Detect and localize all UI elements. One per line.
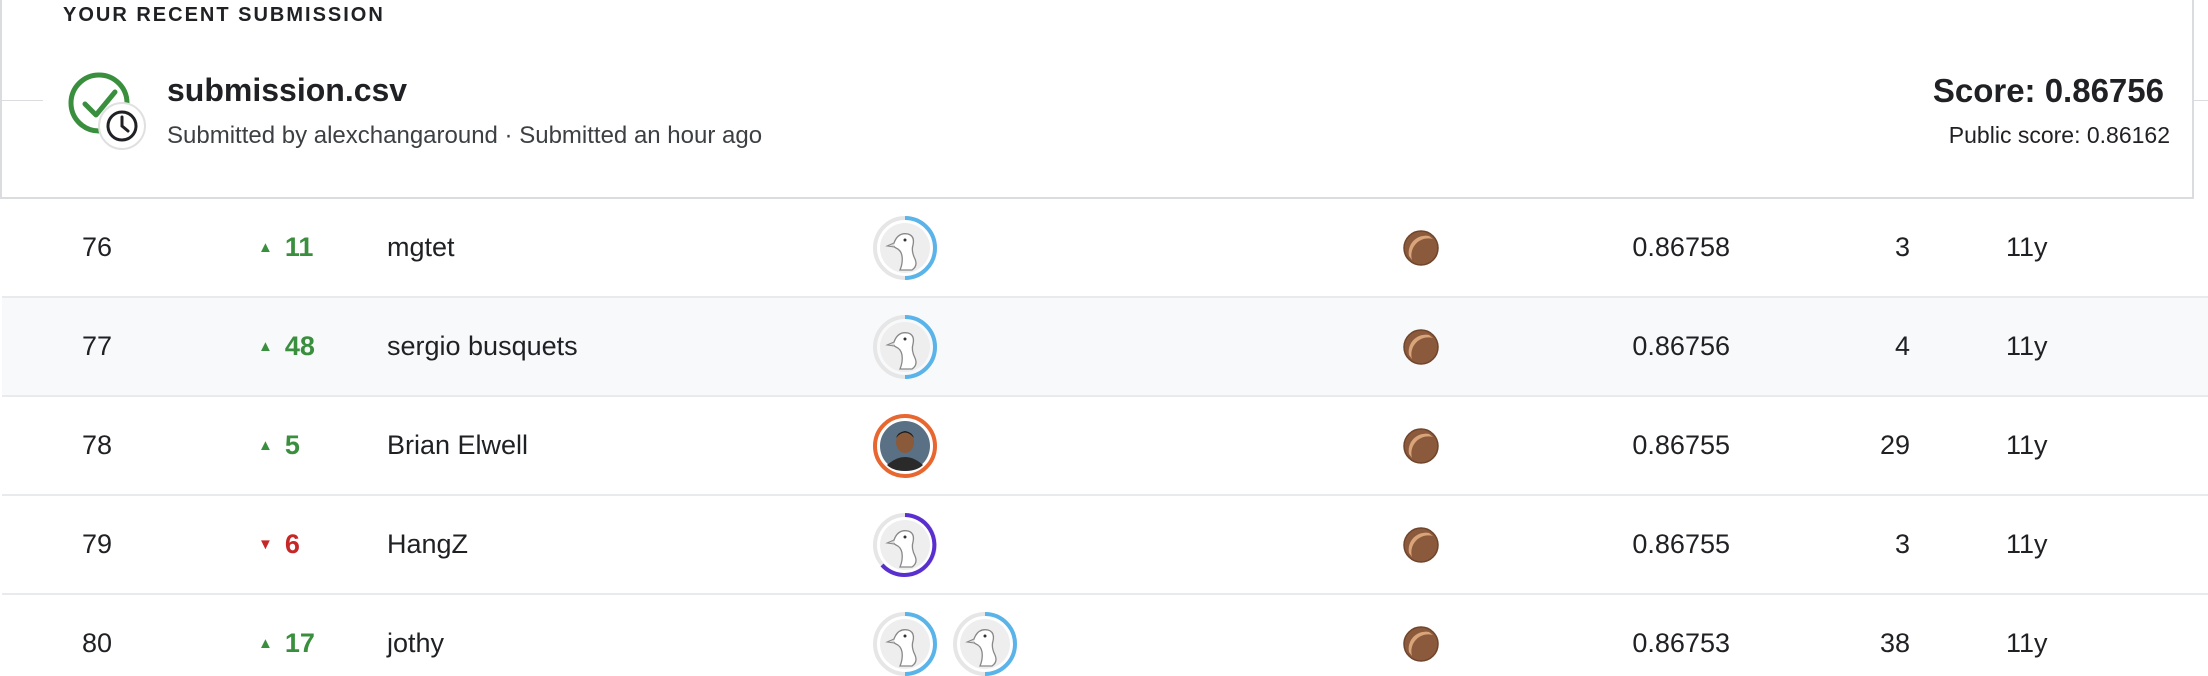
submission-meta: Submitted by alexchangaround · Submitted… — [167, 122, 763, 149]
last-submission: 11y — [2006, 232, 2048, 262]
public-score: Public score: 0.86162 — [1948, 122, 2170, 148]
submission-file-name[interactable]: submission.csv — [167, 72, 407, 109]
arrow-down-icon: ▼ — [258, 536, 273, 553]
rank-change: ▲ 5 — [258, 397, 300, 494]
table-row[interactable]: 78 ▲ 5 Brian Elwell 0.86755 29 11y — [2, 397, 2208, 496]
rank-change: ▲ 48 — [258, 298, 315, 395]
entries: 38 — [1879, 628, 1910, 658]
team-members — [872, 199, 938, 296]
bronze-medal-icon — [1403, 427, 1439, 464]
arrow-up-icon: ▲ — [258, 338, 273, 355]
last-submission: 11y — [2006, 331, 2048, 361]
photo-avatar-icon[interactable] — [872, 413, 938, 479]
leaderboard-table: 76 ▲ 11 mgtet 0.86758 3 11y 77 ▲ 48 serg… — [2, 199, 2208, 676]
leaderboard-page: YOUR RECENT SUBMISSION submission.csv Su… — [0, 0, 2208, 676]
team-members — [872, 397, 938, 494]
table-row[interactable]: 79 ▼ 6 HangZ 0.86755 3 11y — [2, 496, 2208, 595]
rank: 79 — [82, 529, 113, 559]
rank: 78 — [82, 430, 113, 460]
rank: 77 — [82, 331, 113, 361]
rank-change-value: 17 — [284, 628, 315, 658]
default-avatar-icon[interactable] — [872, 215, 938, 281]
last-submission: 11y — [2006, 430, 2048, 460]
divider — [0, 100, 43, 101]
entries: 29 — [1879, 430, 1910, 460]
table-row[interactable]: 77 ▲ 48 sergio busquets 0.86756 4 11y — [2, 298, 2208, 397]
rank: 80 — [82, 628, 113, 658]
bronze-medal-icon — [1403, 229, 1439, 266]
team-members — [872, 595, 1018, 676]
entries: 3 — [1894, 232, 1910, 262]
score: 0.86753 — [1632, 628, 1730, 658]
default-avatar-icon[interactable] — [872, 512, 938, 578]
team-name[interactable]: sergio busquets — [387, 298, 578, 395]
team-name[interactable]: HangZ — [387, 496, 468, 593]
team-name[interactable]: mgtet — [387, 199, 455, 296]
table-row[interactable]: 76 ▲ 11 mgtet 0.86758 3 11y — [2, 199, 2208, 298]
team-members — [872, 298, 938, 395]
rank-change: ▼ 6 — [258, 496, 300, 593]
rank-change-value: 48 — [284, 331, 315, 361]
table-row[interactable]: 80 ▲ 17 jothy 0.86753 38 11y — [2, 595, 2208, 676]
medal — [1403, 298, 1439, 395]
medal — [1403, 496, 1439, 593]
rank: 76 — [82, 232, 113, 262]
default-avatar-icon[interactable] — [872, 611, 938, 676]
entries: 3 — [1894, 529, 1910, 559]
score: 0.86755 — [1632, 529, 1730, 559]
last-submission: 11y — [2006, 628, 2048, 658]
private-score: Score: 0.86756 — [1932, 72, 2164, 109]
arrow-up-icon: ▲ — [258, 635, 273, 652]
team-members — [872, 496, 938, 593]
arrow-up-icon: ▲ — [258, 239, 273, 256]
medal — [1403, 199, 1439, 296]
bronze-medal-icon — [1403, 625, 1439, 662]
last-submission: 11y — [2006, 529, 2048, 559]
team-name[interactable]: jothy — [387, 595, 444, 676]
score: 0.86758 — [1632, 232, 1730, 262]
rank-change-value: 11 — [284, 232, 314, 262]
medal — [1403, 595, 1439, 676]
arrow-up-icon: ▲ — [258, 437, 273, 454]
check-clock-icon — [68, 72, 146, 150]
bronze-medal-icon — [1403, 328, 1439, 365]
entries: 4 — [1894, 331, 1910, 361]
score: 0.86755 — [1632, 430, 1730, 460]
score: 0.86756 — [1632, 331, 1730, 361]
rank-change: ▲ 11 — [258, 199, 313, 296]
default-avatar-icon[interactable] — [872, 314, 938, 380]
default-avatar-icon[interactable] — [952, 611, 1018, 676]
divider — [2194, 100, 2208, 101]
medal — [1403, 397, 1439, 494]
bronze-medal-icon — [1403, 526, 1439, 563]
section-title: YOUR RECENT SUBMISSION — [63, 4, 385, 26]
rank-change-value: 5 — [284, 430, 300, 460]
rank-change-value: 6 — [284, 529, 300, 559]
team-name[interactable]: Brian Elwell — [387, 397, 528, 494]
rank-change: ▲ 17 — [258, 595, 315, 676]
